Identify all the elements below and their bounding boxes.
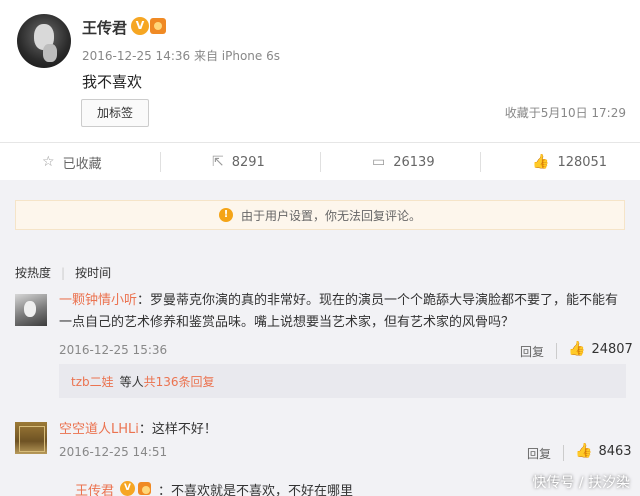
- medal-icon: [150, 18, 166, 34]
- comment-text-line1: ：罗曼蒂克你演的真的非常好。现在的演员一个个跪舔大导演脸都不要了，能不能有: [137, 293, 619, 308]
- reply-author-name[interactable]: 王传君: [75, 484, 114, 496]
- verified-v-icon: V: [131, 17, 149, 35]
- comment-like-button[interactable]: 👍 8463: [575, 443, 632, 459]
- comment-sort-tabs: 按热度 | 按时间: [15, 264, 111, 281]
- weibo-post: 王传君 V 2016-12-25 14:36 来自 iPhone 6s 我不喜欢…: [0, 0, 640, 142]
- repost-icon: ⇱: [212, 154, 224, 170]
- add-tag-button[interactable]: 加标签: [81, 99, 149, 127]
- avatar-hand: [43, 44, 57, 62]
- author-avatar[interactable]: [17, 14, 71, 68]
- post-text: 我不喜欢: [82, 73, 143, 91]
- repost-count: 8291: [231, 154, 265, 170]
- reply-button[interactable]: 回复: [527, 445, 551, 462]
- divider: [480, 152, 481, 172]
- reply-text: ：不喜欢就是不喜欢，不好在哪里: [158, 484, 354, 496]
- like-count: 128051: [557, 154, 608, 170]
- warning-icon: !: [218, 208, 233, 222]
- post-meta: 2016-12-25 14:36 来自 iPhone 6s: [82, 49, 280, 63]
- comments-section: ! 由于用户设置，你无法回复评论。 按热度 | 按时间 一颗钟情小听：罗曼蒂克你…: [0, 180, 640, 496]
- comment-like-button[interactable]: 👍 24807: [568, 341, 633, 357]
- comment-like-count: 8463: [598, 443, 632, 459]
- watermark: 快传号 / 扶汐染: [532, 475, 630, 491]
- verified-v-icon: V: [120, 481, 135, 496]
- divider: [556, 343, 557, 359]
- commenter-name[interactable]: 空空道人LHLi: [59, 422, 139, 437]
- repost-button[interactable]: ⇱ 8291: [212, 143, 265, 181]
- comment-button[interactable]: ▭ 26139: [372, 143, 435, 181]
- favorited-time: 收藏于5月10日 17:29: [504, 106, 626, 120]
- commenter-avatar[interactable]: [15, 294, 47, 326]
- reply-restricted-notice: ! 由于用户设置，你无法回复评论。: [15, 200, 625, 230]
- favorite-button[interactable]: ☆ 已收藏: [42, 143, 102, 181]
- comment-time: 2016-12-25 15:36: [59, 343, 168, 357]
- post-action-bar: ☆ 已收藏 ⇱ 8291 ▭ 26139 👍 128051: [0, 142, 640, 180]
- commenter-avatar[interactable]: [15, 422, 47, 454]
- thumbs-up-icon: 👍: [568, 341, 586, 357]
- tab-sort-time[interactable]: 按时间: [75, 264, 111, 281]
- sub-reply-middle: 等人: [119, 374, 144, 389]
- sub-reply-user[interactable]: tzb二娃: [71, 373, 114, 390]
- comment-body: 空空道人LHLi：这样不好！: [59, 419, 629, 441]
- reply-button[interactable]: 回复: [520, 343, 544, 360]
- sub-replies-link[interactable]: tzb二娃 等人 共136条回复: [59, 364, 626, 398]
- author-reply: 王传君 ：不喜欢就是不喜欢，不好在哪里: [75, 480, 353, 496]
- comment-time: 2016-12-25 14:51: [59, 445, 168, 459]
- favorite-label: 已收藏: [62, 156, 102, 172]
- sub-reply-count[interactable]: 共136条回复: [144, 373, 215, 390]
- divider: [320, 152, 321, 172]
- author-name[interactable]: 王传君: [82, 17, 127, 38]
- notice-text: 由于用户设置，你无法回复评论。: [240, 208, 421, 223]
- commenter-name[interactable]: 一颗钟情小听: [59, 293, 137, 308]
- like-button[interactable]: 👍 128051: [532, 143, 607, 181]
- comment-count: 26139: [393, 154, 435, 170]
- comment-text: ：这样不好！: [138, 422, 217, 437]
- comment-icon: ▭: [372, 154, 386, 170]
- star-icon: ☆: [42, 154, 55, 170]
- comment-text-line2: 一点自己的艺术修养和鉴赏品味。嘴上说想要当艺术家，但有艺术家的风骨吗？: [59, 315, 515, 330]
- thumbs-up-icon: 👍: [532, 154, 550, 170]
- comment-like-count: 24807: [591, 341, 633, 357]
- tab-sort-hot[interactable]: 按热度: [15, 264, 51, 281]
- divider: [563, 445, 564, 461]
- divider: [160, 152, 161, 172]
- medal-icon: [138, 482, 151, 495]
- comment-body: 一颗钟情小听：罗曼蒂克你演的真的非常好。现在的演员一个个跪舔大导演脸都不要了，能…: [59, 290, 629, 334]
- thumbs-up-icon: 👍: [575, 443, 593, 459]
- tab-divider: |: [61, 265, 66, 280]
